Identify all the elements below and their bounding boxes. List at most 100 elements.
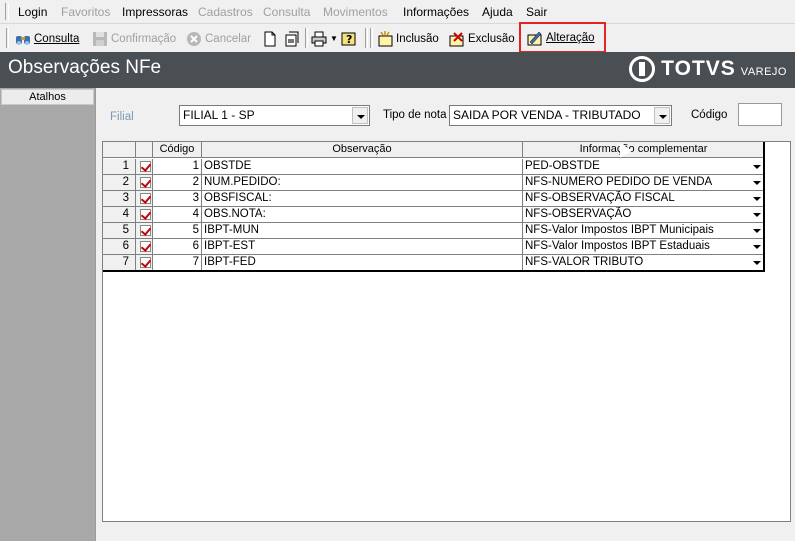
cell-codigo[interactable]: 3 (153, 191, 202, 207)
totvs-logo-icon (629, 56, 656, 82)
cell-codigo[interactable]: 1 (153, 159, 202, 175)
chevron-down-icon[interactable] (352, 107, 368, 124)
cell-observacao[interactable]: IBPT-MUN (202, 223, 523, 239)
cell-informacao[interactable]: PED-OBSTDE (523, 159, 765, 175)
menu-movimentos[interactable]: Movimentos (323, 5, 388, 19)
chevron-down-icon[interactable] (753, 229, 761, 233)
row-number[interactable]: 7 (103, 255, 136, 271)
tipo-nota-value: SAIDA POR VENDA - TRIBUTADO (453, 108, 641, 122)
cell-informacao[interactable]: NFS-OBSERVAÇÃO FISCAL (523, 191, 765, 207)
open-document-icon (284, 31, 300, 47)
column-header-codigo[interactable]: Código (153, 142, 202, 158)
cell-codigo[interactable]: 5 (153, 223, 202, 239)
cancel-icon (186, 31, 202, 47)
cell-codigo[interactable]: 2 (153, 175, 202, 191)
menu-bar: Login Favoritos Impressoras Cadastros Co… (0, 0, 795, 24)
brand-subtitle: VAREJO (740, 66, 787, 78)
grid-corner (103, 142, 136, 158)
menu-ajuda[interactable]: Ajuda (482, 5, 513, 19)
cell-informacao[interactable]: NFS-VALOR TRIBUTO (523, 255, 765, 271)
cancelar-button[interactable]: Cancelar (186, 28, 251, 49)
consulta-button[interactable]: Consulta (15, 28, 79, 49)
cell-observacao[interactable]: OBS.NOTA: (202, 207, 523, 223)
print-button[interactable]: ▼ (311, 28, 338, 49)
chevron-down-icon[interactable] (753, 245, 761, 249)
cell-observacao[interactable]: NUM.PEDIDO: (202, 175, 523, 191)
row-number[interactable]: 5 (103, 223, 136, 239)
cell-observacao[interactable]: IBPT-EST (202, 239, 523, 255)
checkmark-icon (140, 241, 151, 252)
chevron-down-icon[interactable] (753, 261, 761, 265)
row-number[interactable]: 4 (103, 207, 136, 223)
cell-codigo[interactable]: 6 (153, 239, 202, 255)
row-number[interactable]: 6 (103, 239, 136, 255)
toolbar: Consulta Confirmação Cancelar ▼ ? Inclus… (0, 22, 795, 53)
svg-text:?: ? (346, 33, 352, 46)
menu-impressoras[interactable]: Impressoras (122, 5, 188, 19)
chevron-down-icon[interactable] (654, 107, 670, 124)
chevron-down-icon[interactable] (753, 213, 761, 217)
chevron-down-icon[interactable] (753, 197, 761, 201)
printer-icon (311, 31, 327, 47)
cell-codigo[interactable]: 7 (153, 255, 202, 271)
shortcuts-header[interactable]: Atalhos (1, 89, 94, 105)
checkmark-icon (140, 177, 151, 188)
toolbar-grip (6, 28, 9, 48)
row-checkbox[interactable] (136, 175, 153, 191)
cell-informacao-value: NFS-NUMERO PEDIDO DE VENDA (525, 176, 713, 188)
print-dropdown-icon[interactable]: ▼ (330, 34, 338, 43)
cell-observacao[interactable]: IBPT-FED (202, 255, 523, 271)
row-number[interactable]: 2 (103, 175, 136, 191)
alteracao-button[interactable]: Alteração (519, 22, 606, 53)
cell-observacao[interactable]: OBSFISCAL: (202, 191, 523, 207)
delete-icon (449, 31, 465, 47)
confirmacao-button[interactable]: Confirmação (92, 28, 176, 49)
checkmark-icon (140, 257, 151, 268)
observations-grid[interactable]: Código Observação Informação complementa… (102, 141, 791, 522)
filial-value: FILIAL 1 - SP (183, 108, 255, 122)
brand-name: TOTVS (661, 57, 736, 80)
row-checkbox[interactable] (136, 223, 153, 239)
main-content: Filial FILIAL 1 - SP Tipo de nota SAIDA … (95, 88, 795, 541)
inclusao-button[interactable]: Inclusão (377, 28, 439, 49)
open-document-button[interactable] (284, 28, 303, 49)
tipo-nota-select[interactable]: SAIDA POR VENDA - TRIBUTADO (449, 105, 672, 126)
row-checkbox[interactable] (136, 239, 153, 255)
filial-select[interactable]: FILIAL 1 - SP (179, 105, 370, 126)
menu-sair[interactable]: Sair (526, 5, 547, 19)
cell-informacao[interactable]: NFS-Valor Impostos IBPT Estaduais (523, 239, 765, 255)
cell-observacao[interactable]: OBSTDE (202, 159, 523, 175)
row-checkbox[interactable] (136, 255, 153, 271)
row-number[interactable]: 1 (103, 159, 136, 175)
codigo-label: Código (691, 109, 728, 121)
menu-consulta[interactable]: Consulta (263, 5, 310, 19)
chevron-down-icon[interactable] (753, 181, 761, 185)
chevron-down-icon[interactable] (753, 165, 761, 169)
cell-codigo[interactable]: 4 (153, 207, 202, 223)
column-header-informacao[interactable]: Informação complementar (523, 142, 765, 158)
cell-informacao-value: NFS-VALOR TRIBUTO (525, 256, 644, 268)
menu-cadastros[interactable]: Cadastros (198, 5, 253, 19)
toolbar-separator-2 (365, 28, 368, 48)
codigo-input[interactable] (738, 103, 782, 126)
menu-grip (5, 3, 9, 20)
row-number[interactable]: 3 (103, 191, 136, 207)
totvs-logo: TOTVS VAREJO (629, 56, 787, 82)
cell-informacao-value: PED-OBSTDE (525, 160, 600, 172)
menu-favoritos[interactable]: Favoritos (61, 5, 110, 19)
row-checkbox[interactable] (136, 191, 153, 207)
cell-informacao-value: NFS-Valor Impostos IBPT Estaduais (525, 240, 710, 252)
cell-informacao[interactable]: NFS-OBSERVAÇÃO (523, 207, 765, 223)
cell-informacao[interactable]: NFS-Valor Impostos IBPT Municipais (523, 223, 765, 239)
row-checkbox[interactable] (136, 159, 153, 175)
help-button[interactable]: ? (341, 28, 360, 49)
exclusao-button[interactable]: Exclusão (449, 28, 515, 49)
cell-informacao[interactable]: NFS-NUMERO PEDIDO DE VENDA (523, 175, 765, 191)
row-checkbox[interactable] (136, 207, 153, 223)
menu-informacoes[interactable]: Informações (403, 5, 469, 19)
cell-informacao-value: NFS-Valor Impostos IBPT Municipais (525, 224, 714, 236)
shortcuts-panel: Atalhos (0, 88, 95, 541)
new-document-button[interactable] (262, 28, 281, 49)
menu-login[interactable]: Login (18, 5, 47, 19)
column-header-observacao[interactable]: Observação (202, 142, 523, 158)
